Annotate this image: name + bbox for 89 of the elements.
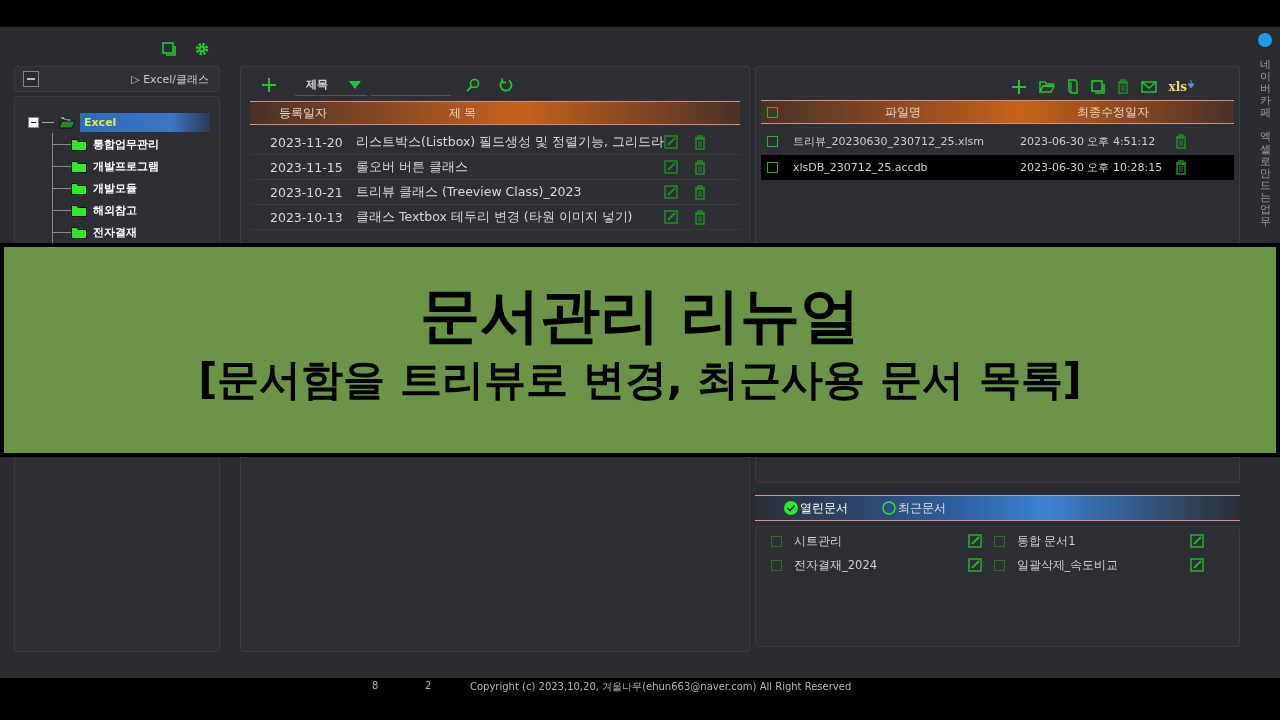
post-date: 2023-10-13	[269, 209, 344, 225]
file-name: 트리뷰_20230630_230712_25.xlsm	[793, 134, 985, 149]
column-header[interactable]: 등록일자	[250, 104, 355, 122]
post-date: 2023-11-20	[269, 134, 344, 150]
tree-node[interactable]: 전자결재	[90, 222, 140, 242]
document-name[interactable]: 일괄삭제_속도비교	[1016, 557, 1190, 573]
add-icon[interactable]	[261, 77, 277, 93]
list-row[interactable]: 2023-10-13 클래스 Textbox 테두리 변경 (타원 이미지 넣기)	[250, 205, 740, 230]
folder-icon[interactable]	[1038, 80, 1055, 93]
edit-icon[interactable]	[664, 135, 678, 149]
trash-icon[interactable]	[694, 134, 706, 150]
breadcrumb-path: ▷ Excel/클래스	[131, 71, 209, 87]
trash-icon[interactable]	[694, 159, 706, 175]
vertical-caption: 엑셀로만드는업무	[1259, 131, 1271, 229]
arrow-down-icon	[1188, 79, 1194, 88]
check-circle-icon	[784, 501, 798, 515]
search-icon[interactable]	[466, 78, 480, 92]
column-header[interactable]: 파일명	[778, 103, 1028, 121]
count-label: 8	[372, 680, 379, 691]
add-icon[interactable]	[1010, 78, 1027, 95]
collapse-toggle[interactable]	[28, 116, 39, 128]
open-folder-icon	[58, 115, 76, 129]
post-title: 트리뷰 클래스 (Treeview Class)_2023	[356, 183, 583, 201]
folder-icon	[71, 203, 87, 217]
edit-icon[interactable]	[1190, 558, 1204, 572]
file-row[interactable]: xlsDB_230712_25.accdb 2023-06-30 오후 10:28:15	[761, 155, 1234, 180]
edit-icon[interactable]	[664, 210, 678, 224]
export-excel-button[interactable]: xls	[1168, 79, 1194, 94]
checkbox[interactable]	[767, 136, 778, 147]
post-date: 2023-10-21	[269, 184, 344, 200]
modified-date: 2023-06-30 오후 4:51:12	[1020, 134, 1157, 149]
list-row[interactable]: 2023-11-20 리스트박스(Listbox) 필드생성 및 정렬기능, 그리드라	[250, 130, 740, 155]
caret-icon[interactable]	[349, 80, 361, 89]
edit-icon[interactable]	[1190, 534, 1204, 548]
post-title: 롤오버 버튼 클래스	[356, 158, 469, 176]
radio-tab[interactable]: 열린문서	[784, 499, 848, 517]
post-title: 리스트박스(Listbox) 필드생성 및 정렬기능, 그리드라	[356, 133, 664, 151]
edit-icon[interactable]	[664, 160, 678, 174]
copy-icon[interactable]	[162, 42, 176, 56]
edit-icon[interactable]	[967, 534, 982, 548]
document-name[interactable]: 전자결재_2024	[794, 557, 968, 573]
mail-icon[interactable]	[1140, 80, 1157, 93]
folder-icon	[71, 181, 87, 195]
checkbox[interactable]	[993, 559, 1005, 571]
banner-subtitle: [문서함을 트리뷰로 변경, 최근사용 문서 목록]	[198, 354, 1082, 406]
checkbox[interactable]	[993, 535, 1005, 547]
trash-icon[interactable]	[694, 209, 706, 225]
edit-icon[interactable]	[664, 185, 678, 199]
post-title: 클래스 Textbox 테두리 변경 (타원 이미지 넣기)	[356, 208, 634, 226]
trash-icon[interactable]	[1175, 134, 1187, 149]
tree-node[interactable]: 개발프로그램	[90, 156, 162, 176]
checkbox[interactable]	[767, 162, 778, 173]
edit-icon[interactable]	[967, 558, 982, 572]
copyright-text: Copyright (c) 2023,10,20, 겨울나무(ehun663@naver.com) All Right Reserved	[470, 680, 852, 694]
checkbox[interactable]	[771, 535, 782, 547]
file-row[interactable]: 트리뷰_20230630_230712_25.xlsm 2023-06-30 오후 4:51:12	[761, 129, 1234, 154]
document-name[interactable]: 통합 문서1	[1016, 533, 1190, 549]
modified-date: 2023-06-30 오후 10:28:15	[1020, 160, 1164, 175]
refresh-icon[interactable]	[499, 78, 513, 92]
settings-icon[interactable]	[195, 42, 209, 56]
radio-tab[interactable]: 최근문서	[882, 499, 946, 517]
list-row[interactable]: 2023-10-21 트리뷰 클래스 (Treeview Class)_2023	[250, 180, 740, 205]
status-dot	[1258, 33, 1272, 47]
tree-node[interactable]: 해외참고	[90, 200, 140, 220]
folder-icon	[71, 225, 87, 239]
checkbox[interactable]	[771, 559, 782, 571]
trash-icon[interactable]	[1116, 79, 1129, 94]
count-label: 2	[425, 680, 432, 691]
file-name: xlsDB_230712_25.accdb	[793, 161, 929, 174]
column-header[interactable]: 제 목	[355, 104, 570, 122]
banner-title: 문서관리 리뉴얼	[419, 279, 861, 352]
post-date: 2023-11-15	[269, 159, 344, 175]
document-name[interactable]: 시트관리	[794, 533, 968, 549]
select-all-checkbox[interactable]	[767, 106, 778, 118]
column-header[interactable]: 최종수정일자	[1028, 103, 1198, 121]
vertical-caption: 네이버카페	[1259, 59, 1271, 120]
trash-icon[interactable]	[694, 184, 706, 200]
tree-node[interactable]: 개발모듈	[90, 178, 140, 198]
trash-icon[interactable]	[1175, 160, 1187, 175]
search-field-dropdown[interactable]: 제목	[295, 74, 367, 96]
folder-icon	[71, 137, 87, 151]
tree-node[interactable]: Excel	[80, 112, 210, 132]
radio-circle-icon	[882, 501, 896, 515]
tree-node[interactable]: 통합업무관리	[90, 134, 162, 154]
copy-icon[interactable]	[1090, 79, 1105, 94]
list-row[interactable]: 2023-11-15 롤오버 버튼 클래스	[250, 155, 740, 180]
book-icon[interactable]	[1066, 79, 1079, 94]
folder-icon	[71, 159, 87, 173]
collapse-all-button[interactable]	[23, 71, 39, 87]
